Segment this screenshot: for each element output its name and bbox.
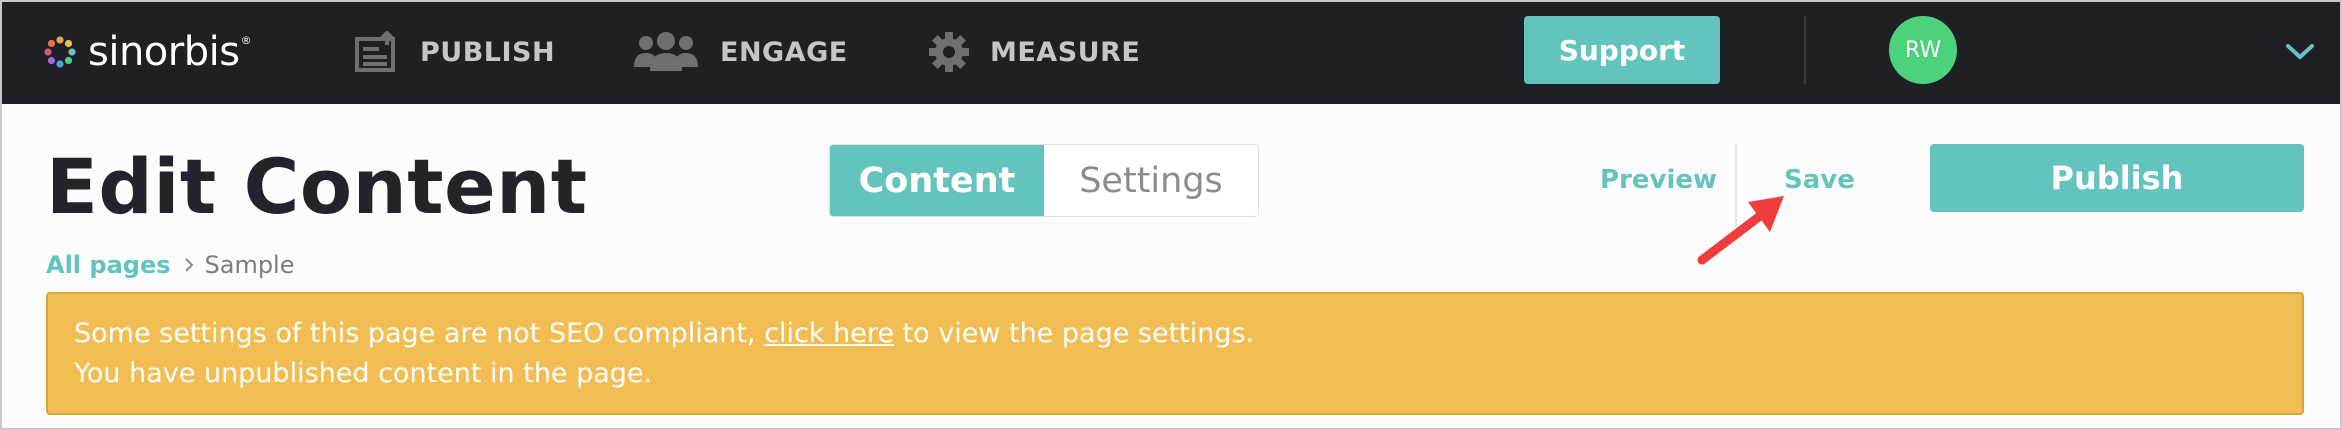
breadcrumb-all-pages[interactable]: All pages [46,251,171,279]
brand-logo[interactable]: sinorbis ® [42,22,252,82]
people-icon [634,32,698,71]
tab-content[interactable]: Content [830,145,1044,216]
alert-line-1: Some settings of this page are not SEO c… [74,314,2276,354]
nav-divider [1804,16,1806,84]
nav-item-publish[interactable]: PUBLISH [354,26,555,78]
chevron-right-icon [183,257,195,273]
seo-alert-banner: Some settings of this page are not SEO c… [46,292,2304,415]
tab-settings[interactable]: Settings [1044,145,1258,216]
publish-button[interactable]: Publish [1930,144,2304,212]
annotation-arrow-icon [1697,196,1784,265]
publish-icon [355,31,395,72]
alert-text-after: to view the page settings. [893,318,1255,349]
breadcrumb-current: Sample [204,251,295,279]
page-title: Edit Content [46,142,588,231]
alert-click-here-link[interactable]: click here [764,318,894,349]
nav-item-engage[interactable]: ENGAGE [632,26,848,78]
app-window: sinorbis ® PUBLISH ENGAGE MEASURE Suppor… [0,0,2342,430]
user-avatar[interactable]: RW [1889,16,1957,84]
save-link[interactable]: Save [1784,165,1855,195]
brand-name: sinorbis [88,29,240,75]
logo-mark-icon [44,36,76,68]
nav-label-measure: MEASURE [990,36,1141,68]
brand-trademark: ® [240,34,252,47]
alert-text-before: Some settings of this page are not SEO c… [74,318,765,349]
breadcrumb: All pages Sample [46,250,295,280]
support-button[interactable]: Support [1524,16,1720,84]
top-navigation-bar: sinorbis ® PUBLISH ENGAGE MEASURE Suppor… [2,2,2340,104]
editor-tabs: Content Settings [829,144,1259,217]
nav-item-measure[interactable]: MEASURE [928,26,1140,78]
chevron-down-icon[interactable] [2282,36,2318,66]
alert-line-2: You have unpublished content in the page… [74,358,653,389]
nav-label-engage: ENGAGE [720,36,848,68]
nav-label-publish: PUBLISH [420,36,556,68]
gear-icon [929,32,969,72]
